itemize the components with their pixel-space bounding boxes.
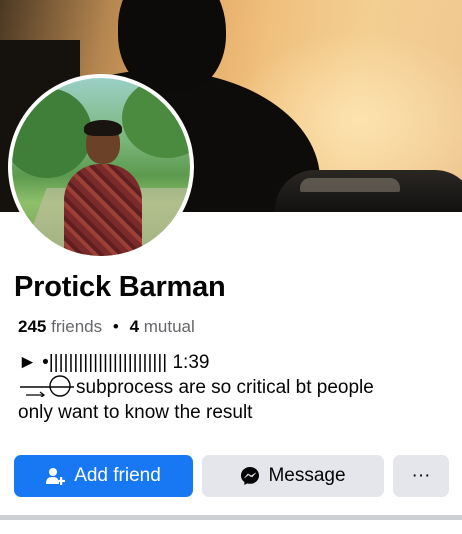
- friends-summary[interactable]: 245 friends • 4 mutual: [18, 317, 195, 337]
- messenger-icon: [240, 466, 260, 486]
- message-button[interactable]: Message: [202, 455, 384, 497]
- profile-bio: ► •|||||||||||||||||||||||| 1:39 subproc…: [18, 350, 448, 425]
- avatar-person-body: [64, 164, 142, 256]
- more-dots-icon: ···: [411, 465, 431, 486]
- friends-count: 245: [18, 317, 47, 336]
- bio-line-audio: ► •|||||||||||||||||||||||| 1:39: [18, 352, 210, 373]
- message-label: Message: [268, 465, 346, 486]
- avatar-tree-left: [12, 88, 92, 178]
- section-divider: [0, 515, 462, 520]
- bio-line-subprocess: subprocess are so critical bt people: [18, 375, 448, 400]
- add-friend-button[interactable]: Add friend: [14, 455, 193, 497]
- friends-label: friends: [51, 317, 103, 336]
- more-options-button[interactable]: ···: [393, 455, 449, 497]
- add-friend-label: Add friend: [74, 465, 161, 486]
- arrow-circle-icon: [18, 375, 76, 399]
- avatar-tree-right: [122, 78, 190, 158]
- add-person-icon: [46, 467, 66, 485]
- bio-line-2-text: subprocess are so critical bt people: [76, 377, 374, 398]
- mutual-label: mutual: [143, 317, 195, 336]
- mutual-count: 4: [129, 317, 140, 336]
- profile-avatar-image: [12, 78, 190, 256]
- profile-avatar[interactable]: [8, 74, 194, 260]
- friends-separator: •: [112, 317, 119, 336]
- cover-car-window: [300, 178, 400, 192]
- profile-name: Protick Barman: [14, 271, 226, 303]
- avatar-person-hair: [84, 120, 122, 136]
- bio-line-result: only want to know the result: [18, 402, 253, 423]
